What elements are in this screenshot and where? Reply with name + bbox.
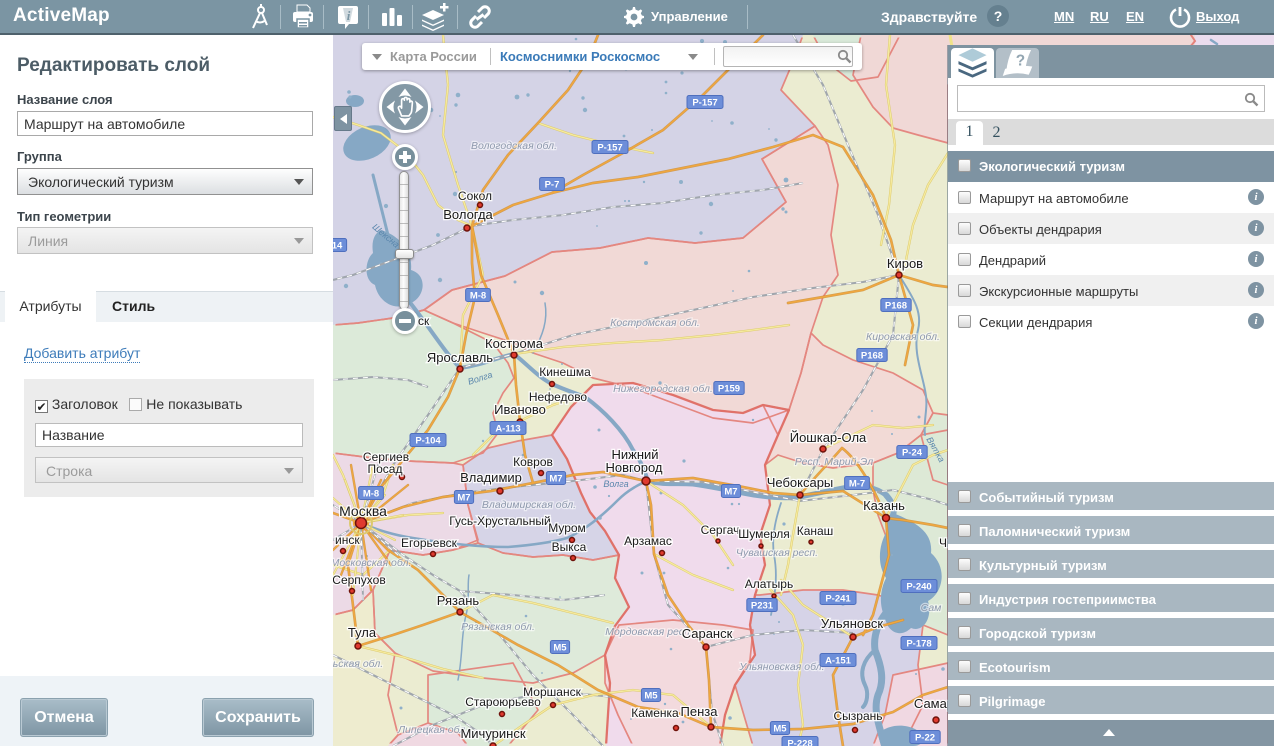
svg-text:Волга: Волга xyxy=(603,479,628,489)
svg-text:Р168: Р168 xyxy=(885,301,907,312)
svg-text:Ульяновская обл.: Ульяновская обл. xyxy=(738,661,824,673)
svg-text:Шумерля: Шумерля xyxy=(738,527,790,541)
svg-text:Сам: Сам xyxy=(921,602,942,614)
svg-text:Кострома: Кострома xyxy=(485,336,544,351)
svg-text:Новгород: Новгород xyxy=(606,460,663,475)
svg-text:Вологодская обл.: Вологодская обл. xyxy=(471,140,557,152)
svg-text:Р-178: Р-178 xyxy=(906,639,931,650)
svg-text:Канаш: Канаш xyxy=(797,524,834,538)
svg-text:Чувашская респ.: Чувашская респ. xyxy=(736,547,818,559)
svg-text:М7: М7 xyxy=(724,487,737,498)
svg-text:Посад: Посад xyxy=(368,462,403,476)
svg-text:Нижегородская обл.: Нижегородская обл. xyxy=(613,383,713,395)
svg-text:Вологда: Вологда xyxy=(443,207,493,222)
svg-text:Чебоксары: Чебоксары xyxy=(767,475,834,490)
svg-text:Р-241: Р-241 xyxy=(825,594,851,605)
svg-text:А-113: А-113 xyxy=(495,424,520,435)
svg-text:Йошкар-Ола: Йошкар-Ола xyxy=(790,430,867,445)
svg-text:Кинешма: Кинешма xyxy=(539,365,591,379)
svg-text:Арзамас: Арзамас xyxy=(624,534,672,548)
svg-text:А-151: А-151 xyxy=(825,656,852,667)
svg-text:льская обл.: льская обл. xyxy=(333,658,383,670)
svg-text:Костромская обл.: Костромская обл. xyxy=(610,317,700,329)
svg-text:М7: М7 xyxy=(549,474,562,485)
svg-text:Каменка: Каменка xyxy=(631,706,679,720)
svg-text:М5: М5 xyxy=(773,724,787,735)
svg-text:М7: М7 xyxy=(457,493,470,504)
svg-text:Мордовская респ.: Мордовская респ. xyxy=(605,626,692,638)
svg-text:Рязань: Рязань xyxy=(437,593,480,608)
svg-text:Ковров: Ковров xyxy=(513,455,553,469)
svg-text:i: i xyxy=(347,8,351,23)
svg-text:Рязанская обл.: Рязанская обл. xyxy=(461,621,535,633)
svg-text:Ульяновск: Ульяновск xyxy=(821,616,883,631)
svg-text:М-8: М-8 xyxy=(363,489,379,500)
svg-text:Р-228: Р-228 xyxy=(787,739,812,746)
svg-text:Ярославль: Ярославль xyxy=(427,350,493,365)
svg-text:Саранск: Саранск xyxy=(682,626,733,641)
svg-text:Владимирская обл.: Владимирская обл. xyxy=(482,499,576,511)
svg-text:М5: М5 xyxy=(553,643,567,654)
svg-text:Кировская обл.: Кировская обл. xyxy=(866,331,940,343)
svg-text:М-7: М-7 xyxy=(849,479,865,490)
svg-text:Р-104: Р-104 xyxy=(415,436,441,447)
svg-text:14: 14 xyxy=(333,241,343,252)
svg-text:Алатырь: Алатырь xyxy=(745,577,793,591)
svg-text:Сызрань: Сызрань xyxy=(833,709,882,723)
svg-text:P168: P168 xyxy=(861,351,883,362)
svg-text:Респ. Марий-Эл: Респ. Марий-Эл xyxy=(795,456,873,468)
svg-text:М-8: М-8 xyxy=(470,291,486,302)
svg-text:Р-240: Р-240 xyxy=(906,582,931,593)
svg-text:Р-157: Р-157 xyxy=(597,143,622,154)
svg-text:М5: М5 xyxy=(644,691,658,702)
svg-text:Москва: Москва xyxy=(339,503,387,519)
svg-text:Гусь-Хрустальный: Гусь-Хрустальный xyxy=(449,514,550,528)
svg-text:Муром: Муром xyxy=(548,521,586,535)
svg-text:Р231: Р231 xyxy=(751,601,774,612)
svg-text:Егорьевск: Егорьевск xyxy=(401,536,458,550)
svg-text:Московская обл.: Московская обл. xyxy=(333,557,411,569)
svg-text:Сокол: Сокол xyxy=(458,189,492,203)
svg-text:Староюрьево: Староюрьево xyxy=(465,695,541,709)
svg-text:Казань: Казань xyxy=(863,498,905,513)
svg-text:Р-24: Р-24 xyxy=(902,448,923,459)
svg-text:Тула: Тула xyxy=(348,625,377,640)
svg-text:Сергач: Сергач xyxy=(701,523,740,537)
svg-text:Р-7: Р-7 xyxy=(545,180,560,191)
svg-text:Владимир: Владимир xyxy=(460,470,522,485)
svg-text:P159: P159 xyxy=(718,384,740,395)
svg-text:Р-22: Р-22 xyxy=(915,733,935,744)
svg-text:Выкса: Выкса xyxy=(552,540,587,554)
svg-text:Киров: Киров xyxy=(887,256,923,271)
svg-text:?: ? xyxy=(1016,52,1025,69)
svg-text:Мичуринск: Мичуринск xyxy=(460,726,525,741)
svg-text:Серпухов: Серпухов xyxy=(333,573,386,587)
svg-text:Липецкая обл.: Липецкая обл. xyxy=(397,724,468,736)
svg-text:Иваново: Иваново xyxy=(494,402,546,417)
svg-text:Пенза: Пенза xyxy=(681,704,719,719)
svg-text:Р-157: Р-157 xyxy=(692,98,717,109)
svg-text:инск: инск xyxy=(335,533,360,547)
